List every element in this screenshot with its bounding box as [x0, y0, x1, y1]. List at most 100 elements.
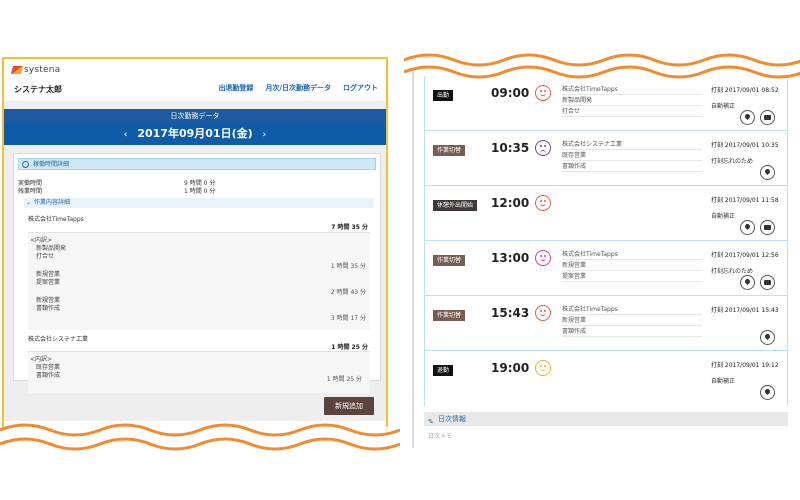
task-item: 打合せ — [562, 106, 702, 117]
task-item: 新規営業 — [562, 260, 702, 271]
user-name: システナ太郎 — [14, 85, 62, 94]
task-list: 株式会社TimeTapps 新規営業 書類作成 — [562, 304, 702, 337]
wave-divider-right-top — [404, 53, 800, 79]
event-badge: 退勤 — [433, 365, 454, 376]
timeline-row[interactable]: 作業切替 13:00 株式会社TimeTapps 新規営業 提案営業 打刻 20… — [425, 241, 787, 296]
company-name: 株式会社TimeTapps — [28, 216, 84, 223]
event-badge: 出勤 — [433, 90, 454, 101]
location-pin-icon[interactable] — [760, 165, 775, 180]
task-duration: 1 時間 35 分 — [330, 263, 366, 270]
stamp-note: 自動補正 — [711, 213, 736, 220]
timeline-list: 出勤 09:00 株式会社TimeTapps 新製品開発 打合せ 打刻 2017… — [424, 76, 788, 406]
company-total-hours: 1 時間 25 分 — [331, 344, 368, 351]
task-list: 株式会社システナ工業 既存営業 書類作成 — [562, 139, 702, 172]
logo-mark-icon — [10, 66, 24, 74]
task-item: 書類作成 — [562, 161, 702, 172]
stamp-note: 自動補正 — [711, 103, 736, 110]
timeline-row[interactable]: 作業切替 15:43 株式会社TimeTapps 新規営業 書類作成 打刻 20… — [425, 296, 787, 351]
timeline-row[interactable]: 作業切替 10:35 株式会社システナ工業 既存営業 書類作成 打刻 2017/… — [425, 131, 787, 186]
timeline-panel: 出勤 09:00 株式会社TimeTapps 新製品開発 打合せ 打刻 2017… — [412, 68, 798, 448]
mood-face-icon[interactable] — [535, 85, 551, 101]
task-line: 書類作成 — [36, 305, 61, 312]
mood-face-icon[interactable] — [535, 305, 551, 321]
stamp-note: 打刻忘れのため — [711, 268, 754, 275]
company-total-hours: 7 時間 35 分 — [331, 224, 368, 231]
section-title: 稼働時間詳細 — [33, 161, 70, 168]
stage: systena システナ太郎 出退勤登録 月次/日次勤務データ ログアウト 日次… — [0, 0, 800, 500]
company-name: 株式会社システナ工業 — [28, 336, 89, 343]
event-badge: 作業切替 — [433, 310, 466, 321]
stamp-note: 自動補正 — [711, 378, 736, 385]
daily-detail-panel: systena システナ太郎 出退勤登録 月次/日次勤務データ ログアウト 日次… — [2, 57, 388, 427]
task-line: 打合せ — [36, 253, 55, 260]
next-day-chevron-icon[interactable]: › — [262, 124, 266, 146]
task-item: 提案営業 — [562, 271, 702, 282]
location-pin-icon[interactable] — [760, 385, 775, 400]
event-badge: 休憩外出開始 — [433, 200, 478, 211]
daily-memo-field[interactable]: 日次メモ — [428, 431, 452, 440]
event-time: 10:35 — [491, 141, 530, 155]
overtime-label: 残業時間 — [18, 188, 43, 195]
location-pin-icon[interactable] — [740, 220, 755, 235]
nav-attendance-link[interactable]: 出退勤登録 — [218, 83, 253, 93]
event-time: 09:00 — [491, 86, 530, 100]
comment-icon[interactable] — [760, 110, 775, 125]
task-item: 株式会社TimeTapps — [562, 84, 702, 95]
current-date: 2017年09月01日(金) — [137, 127, 253, 140]
timeline-row[interactable]: 休憩外出開始 12:00 打刻 2017/09/01 11:58 自動補正 — [425, 186, 787, 241]
stamp-time: 打刻 2017/09/01 12:56 — [711, 252, 779, 259]
mood-face-icon[interactable] — [535, 195, 551, 211]
stamp-time: 打刻 2017/09/01 11:58 — [711, 197, 779, 204]
event-time: 15:43 — [491, 306, 530, 320]
location-pin-icon[interactable] — [760, 330, 775, 345]
work-detail-header[interactable]: ⌄ 作業内容詳細 — [24, 198, 374, 208]
timeline-row[interactable]: 退勤 19:00 打刻 2017/09/01 19:12 自動補正 — [425, 351, 787, 406]
task-list: 株式会社TimeTapps 新製品開発 打合せ — [562, 84, 702, 117]
stamp-time: 打刻 2017/09/01 19:12 — [711, 362, 779, 369]
breakdown-box: <内訳> 既存営業 書類作成 — [28, 351, 370, 393]
comment-icon[interactable] — [760, 275, 775, 290]
overtime-value: 1 時間 0 分 — [184, 188, 216, 195]
pencil-icon: ✎ — [428, 418, 434, 426]
work-detail-title: 作業内容詳細 — [34, 199, 71, 206]
stamp-note: 打刻忘れのため — [711, 158, 754, 165]
breakdown-box: <内訳> 新製品開発 打合せ 1 時間 35 分 新規営業 提案営業 2 時間 … — [28, 232, 370, 330]
task-duration: 3 時間 17 分 — [330, 315, 366, 322]
mood-face-icon[interactable] — [535, 140, 551, 156]
event-time: 12:00 — [491, 196, 530, 210]
daily-info-title: 日次情報 — [438, 415, 466, 423]
task-item: 書類作成 — [562, 326, 702, 337]
chevron-down-icon: ⌄ — [26, 199, 32, 206]
task-item: 株式会社TimeTapps — [562, 304, 702, 315]
daily-info-header[interactable]: ✎ 日次情報 — [424, 412, 788, 426]
section-header[interactable]: 稼働時間詳細 — [18, 158, 376, 170]
event-badge: 作業切替 — [433, 145, 466, 156]
logo: systena — [10, 65, 60, 75]
stamp-time: 打刻 2017/09/01 10:35 — [711, 142, 779, 149]
task-item: 既存営業 — [562, 150, 702, 161]
work-hours-card: 稼働時間詳細 実働時間 9 時間 0 分 残業時間 1 時間 0 分 ⌄ 作業内… — [13, 153, 381, 393]
location-pin-icon[interactable] — [740, 275, 755, 290]
add-new-button[interactable]: 新規追加 — [324, 397, 374, 415]
stamp-time: 打刻 2017/09/01 15:43 — [711, 307, 779, 314]
clock-icon — [22, 161, 29, 168]
timeline-row[interactable]: 出勤 09:00 株式会社TimeTapps 新製品開発 打合せ 打刻 2017… — [425, 76, 787, 131]
event-time: 13:00 — [491, 251, 530, 265]
task-list: 株式会社TimeTapps 新規営業 提案営業 — [562, 249, 702, 282]
task-duration: 1 時間 25 分 — [326, 376, 362, 383]
mood-face-icon[interactable] — [535, 250, 551, 266]
task-line: 提案営業 — [36, 279, 61, 286]
task-line: 書類作成 — [36, 372, 61, 379]
prev-day-chevron-icon[interactable]: ‹ — [124, 124, 128, 146]
task-item: 株式会社TimeTapps — [562, 249, 702, 260]
comment-icon[interactable] — [760, 220, 775, 235]
date-navigator: ‹ 2017年09月01日(金) › — [4, 123, 386, 145]
stamp-time: 打刻 2017/09/01 08:52 — [711, 87, 779, 94]
mood-face-icon[interactable] — [535, 360, 551, 376]
location-pin-icon[interactable] — [740, 110, 755, 125]
event-time: 19:00 — [491, 361, 530, 375]
nav-logout-link[interactable]: ログアウト — [343, 83, 378, 93]
day-header: 日次勤務データ — [4, 109, 386, 123]
top-nav: 出退勤登録 月次/日次勤務データ ログアウト — [218, 83, 378, 93]
nav-monthly-daily-link[interactable]: 月次/日次勤務データ — [265, 83, 331, 93]
